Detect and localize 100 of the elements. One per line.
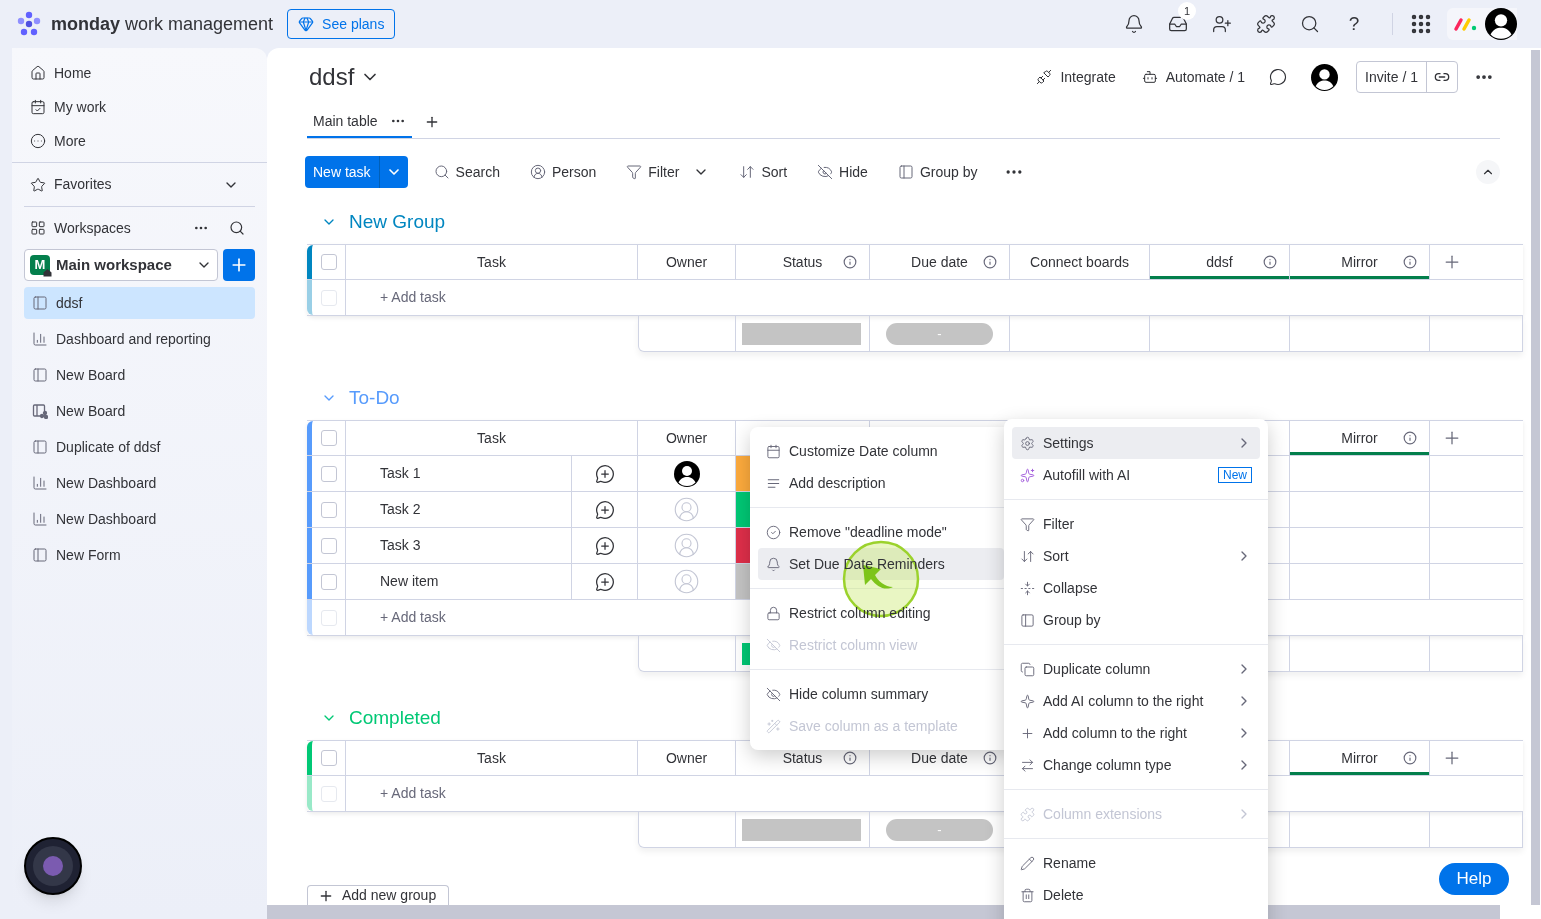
column-header[interactable]: Status [782, 747, 823, 769]
invite-icon[interactable] [1212, 14, 1232, 34]
menu-item[interactable]: Remove "deadline mode" [758, 516, 1004, 548]
column-header[interactable]: Owner [665, 747, 708, 769]
collapse-header-button[interactable] [1476, 160, 1500, 184]
menu-item[interactable]: Add column to the right [1012, 717, 1260, 749]
info-icon[interactable] [1403, 255, 1417, 269]
column-header[interactable]: Mirror [1341, 251, 1378, 273]
column-header[interactable]: Mirror [1341, 427, 1378, 449]
add-task-field[interactable]: + Add task [380, 783, 446, 804]
row-checkbox[interactable] [320, 465, 337, 482]
column-header[interactable]: Status [782, 251, 823, 273]
add-update-icon[interactable] [594, 499, 615, 520]
column-header[interactable]: Owner [665, 427, 708, 449]
board-title[interactable]: ddsf [309, 59, 355, 95]
column-header[interactable]: ddsf [1206, 251, 1233, 273]
toolbar-button[interactable]: Sort [739, 161, 788, 183]
sidebar-item[interactable]: ddsf [24, 287, 255, 319]
inbox-icon[interactable] [1168, 14, 1188, 34]
column-header[interactable]: Task [477, 427, 506, 449]
add-update-icon[interactable] [594, 571, 615, 592]
info-icon[interactable] [1403, 431, 1417, 445]
vertical-scrollbar[interactable] [1531, 50, 1540, 905]
column-header[interactable]: Owner [665, 251, 708, 273]
sidebar-item[interactable]: New Dashboard [24, 467, 255, 499]
add-group-button[interactable]: Add new group [307, 885, 449, 905]
menu-item[interactable]: Rename [1012, 847, 1260, 879]
add-update-icon[interactable] [594, 463, 615, 484]
puzzle-icon[interactable] [1256, 14, 1276, 34]
row-checkbox[interactable] [320, 573, 337, 590]
row-checkbox[interactable] [320, 254, 337, 270]
info-icon[interactable] [843, 751, 857, 765]
add-button[interactable] [223, 249, 255, 281]
toolbar-button[interactable]: Person [529, 161, 597, 183]
column-header[interactable]: Task [477, 747, 506, 769]
menu-item[interactable]: Customize Date column [758, 435, 1004, 467]
view-tab[interactable]: Main table [307, 106, 412, 138]
nav-item[interactable]: My work [24, 90, 255, 124]
add-update-icon[interactable] [594, 535, 615, 556]
nav-item[interactable]: More [24, 124, 255, 158]
help-icon[interactable]: ? [1344, 9, 1364, 39]
see-plans-button[interactable]: See plans [287, 9, 396, 39]
task-name[interactable]: New item [380, 571, 439, 592]
add-task-field[interactable]: + Add task [380, 287, 446, 308]
menu-item[interactable]: Autofill with AI New [1012, 459, 1260, 491]
menu-item[interactable]: Delete [1012, 879, 1260, 911]
sidebar-item[interactable]: New Board [24, 359, 255, 391]
info-icon[interactable] [1263, 255, 1277, 269]
column-header[interactable]: Due date [911, 251, 968, 273]
toolbar-button[interactable]: Search [433, 161, 500, 183]
row-checkbox[interactable] [320, 430, 337, 446]
toolbar-button[interactable]: Filter [626, 161, 710, 183]
menu-item[interactable]: Change column type [1012, 749, 1260, 781]
menu-item[interactable]: Filter [1012, 508, 1260, 540]
notifications-icon[interactable] [1124, 14, 1144, 34]
help-button[interactable]: Help [1439, 863, 1509, 895]
comment-icon[interactable] [1269, 68, 1288, 86]
menu-item[interactable]: Add AI column to the right [1012, 685, 1260, 717]
column-header[interactable]: Connect boards [1030, 251, 1129, 273]
shared-board-icon [32, 403, 48, 419]
integrate-button[interactable]: Integrate [1036, 66, 1116, 88]
toolbar-button[interactable]: Group by [897, 161, 978, 183]
sidebar-item[interactable]: Dashboard and reporting [24, 323, 255, 355]
apps-icon[interactable] [1409, 12, 1433, 36]
sidebar-item[interactable]: Duplicate of ddsf [24, 431, 255, 463]
search-icon[interactable] [229, 220, 245, 236]
group-title[interactable]: New Group [349, 207, 446, 237]
info-icon[interactable] [1403, 751, 1417, 765]
row-checkbox[interactable] [320, 501, 337, 518]
menu-item[interactable]: Settings [1012, 427, 1260, 459]
task-name[interactable]: Task 1 [380, 463, 421, 484]
row-checkbox[interactable] [320, 537, 337, 554]
search-icon[interactable] [1300, 14, 1320, 34]
sidebar-item[interactable]: New Form [24, 539, 255, 571]
menu-item[interactable]: Add description [758, 467, 1004, 499]
menu-item[interactable]: Sort [1012, 540, 1260, 572]
menu-item[interactable]: Group by [1012, 604, 1260, 636]
add-task-field[interactable]: + Add task [380, 607, 446, 628]
column-header[interactable]: Task [477, 251, 506, 273]
sidebar-item[interactable]: New Board [24, 395, 255, 427]
sparkle-icon [1020, 693, 1035, 709]
sidebar-item[interactable]: New Dashboard [24, 503, 255, 535]
group-icon [897, 164, 914, 180]
menu-item[interactable]: Duplicate column [1012, 653, 1260, 685]
menu-item[interactable]: Hide column summary [758, 678, 1004, 710]
column-header[interactable]: Due date [911, 747, 968, 769]
workspace-dropdown[interactable]: M Main workspace [24, 249, 218, 281]
nav-item[interactable]: Home [24, 56, 255, 90]
column-header[interactable]: Mirror [1341, 747, 1378, 769]
info-icon[interactable] [843, 255, 857, 269]
task-name[interactable]: Task 3 [380, 535, 421, 556]
toolbar-button[interactable]: Hide [817, 161, 868, 183]
task-name[interactable]: Task 2 [380, 499, 421, 520]
group-icon [1020, 612, 1035, 628]
favorites-item[interactable]: Favorites [24, 163, 255, 207]
info-icon[interactable] [983, 255, 997, 269]
menu-item[interactable]: Collapse [1012, 572, 1260, 604]
row-checkbox[interactable] [320, 750, 337, 766]
info-icon[interactable] [983, 751, 997, 765]
automate-button[interactable]: Automate / 1 [1141, 66, 1246, 88]
